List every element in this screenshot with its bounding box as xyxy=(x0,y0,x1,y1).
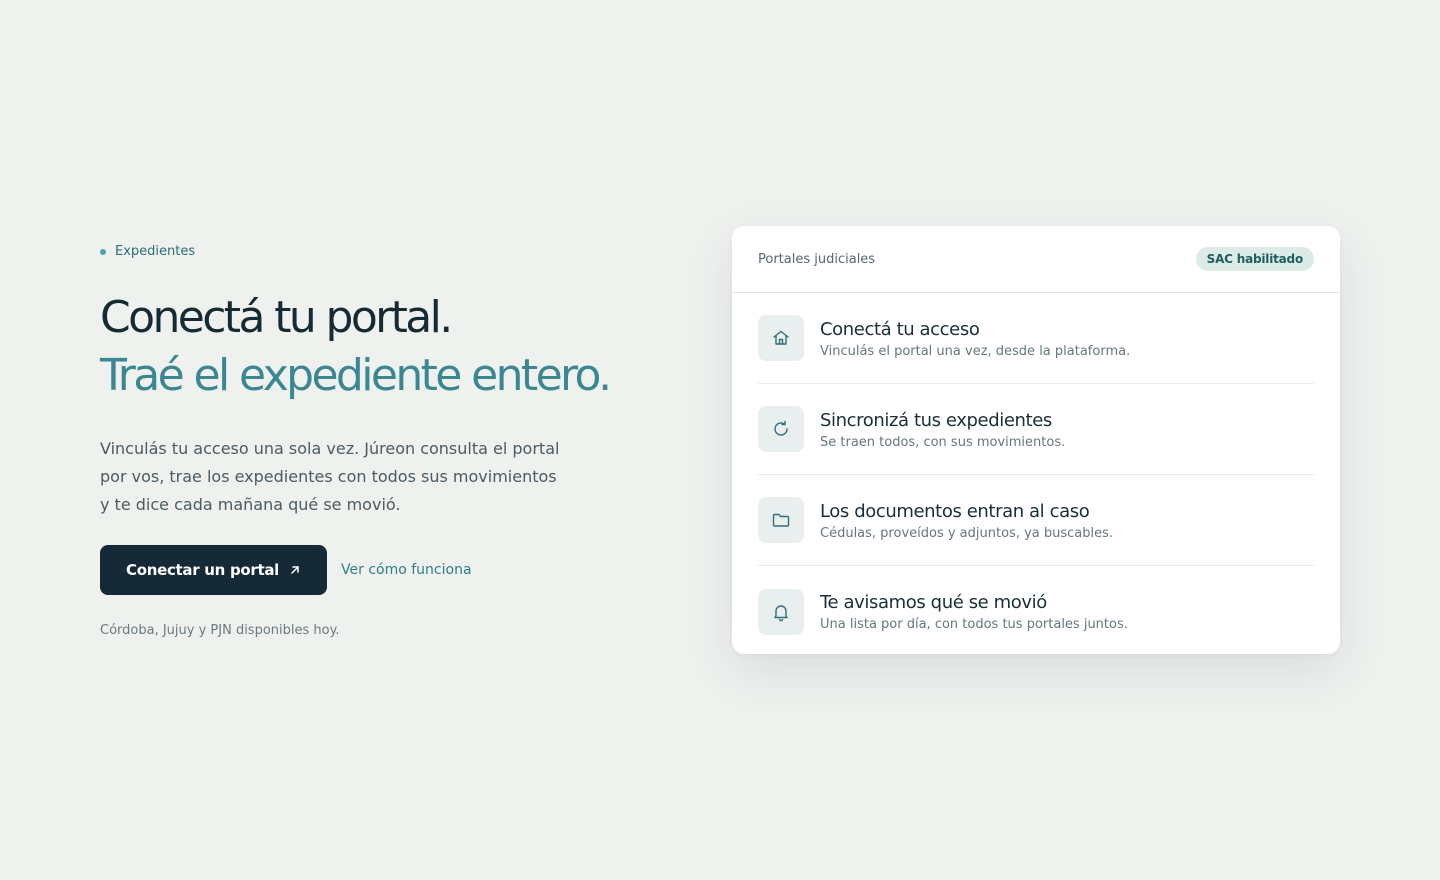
status-badge: SAC habilitado xyxy=(1195,247,1314,271)
bell-icon xyxy=(774,604,788,621)
step-title: Los documentos entran al caso xyxy=(820,500,1090,522)
how-it-works-link[interactable]: Ver cómo funciona xyxy=(341,562,472,578)
page-headline: Conectá tu portal. Traé el expediente en… xyxy=(100,289,660,405)
step-icon-box xyxy=(758,588,804,635)
headline-line-1: Conectá tu portal. xyxy=(100,292,453,343)
headline-line-2: Traé el expediente entero. xyxy=(100,350,612,401)
list-item: Sincronizá tus expedientes Se traen todo… xyxy=(758,384,1314,475)
eyebrow-label: Expedientes xyxy=(115,244,196,259)
availability-note: Córdoba, Jujuy y PJN disponibles hoy. xyxy=(100,623,340,638)
step-icon-box xyxy=(758,497,804,543)
hero-description: Vinculás tu acceso una sola vez. Júreon … xyxy=(100,439,560,514)
card-header: Portales judiciales SAC habilitado xyxy=(732,226,1340,293)
hero-actions: Conectar un portal Ver cómo funciona xyxy=(100,545,660,595)
connect-portal-button-label: Conectar un portal xyxy=(126,561,280,579)
list-item: Te avisamos qué se movió Una lista por d… xyxy=(758,566,1314,654)
connect-portal-button[interactable]: Conectar un portal xyxy=(100,545,328,595)
step-description: Cédulas, proveídos y adjuntos, ya buscab… xyxy=(820,525,1114,541)
arrow-up-right-icon xyxy=(291,566,299,574)
step-title: Conectá tu acceso xyxy=(820,318,980,340)
list-item: Los documentos entran al caso Cédulas, p… xyxy=(758,475,1314,566)
card-title: Portales judiciales xyxy=(758,251,876,267)
step-description: Una lista por día, con todos tus portale… xyxy=(820,617,1128,632)
courthouse-icon xyxy=(773,330,789,345)
hero-section: Expedientes Conectá tu portal. Traé el e… xyxy=(100,244,660,638)
section-eyebrow: Expedientes xyxy=(100,244,660,259)
folder-icon xyxy=(772,513,790,527)
list-item: Conectá tu acceso Vinculás el portal una… xyxy=(758,293,1314,384)
eyebrow-dot xyxy=(100,248,106,255)
step-title: Te avisamos qué se movió xyxy=(820,592,1047,613)
page: Expedientes Conectá tu portal. Traé el e… xyxy=(0,0,1440,880)
step-icon-box xyxy=(758,406,804,452)
step-description: Se traen todos, con sus movimientos. xyxy=(820,434,1066,450)
step-title: Sincronizá tus expedientes xyxy=(820,409,1052,431)
steps-list: Conectá tu acceso Vinculás el portal una… xyxy=(732,293,1340,654)
refresh-icon xyxy=(774,420,788,436)
portals-card: Portales judiciales SAC habilitado Conec… xyxy=(732,226,1340,654)
step-description: Vinculás el portal una vez, desde la pla… xyxy=(820,343,1131,359)
step-icon-box xyxy=(758,315,804,361)
